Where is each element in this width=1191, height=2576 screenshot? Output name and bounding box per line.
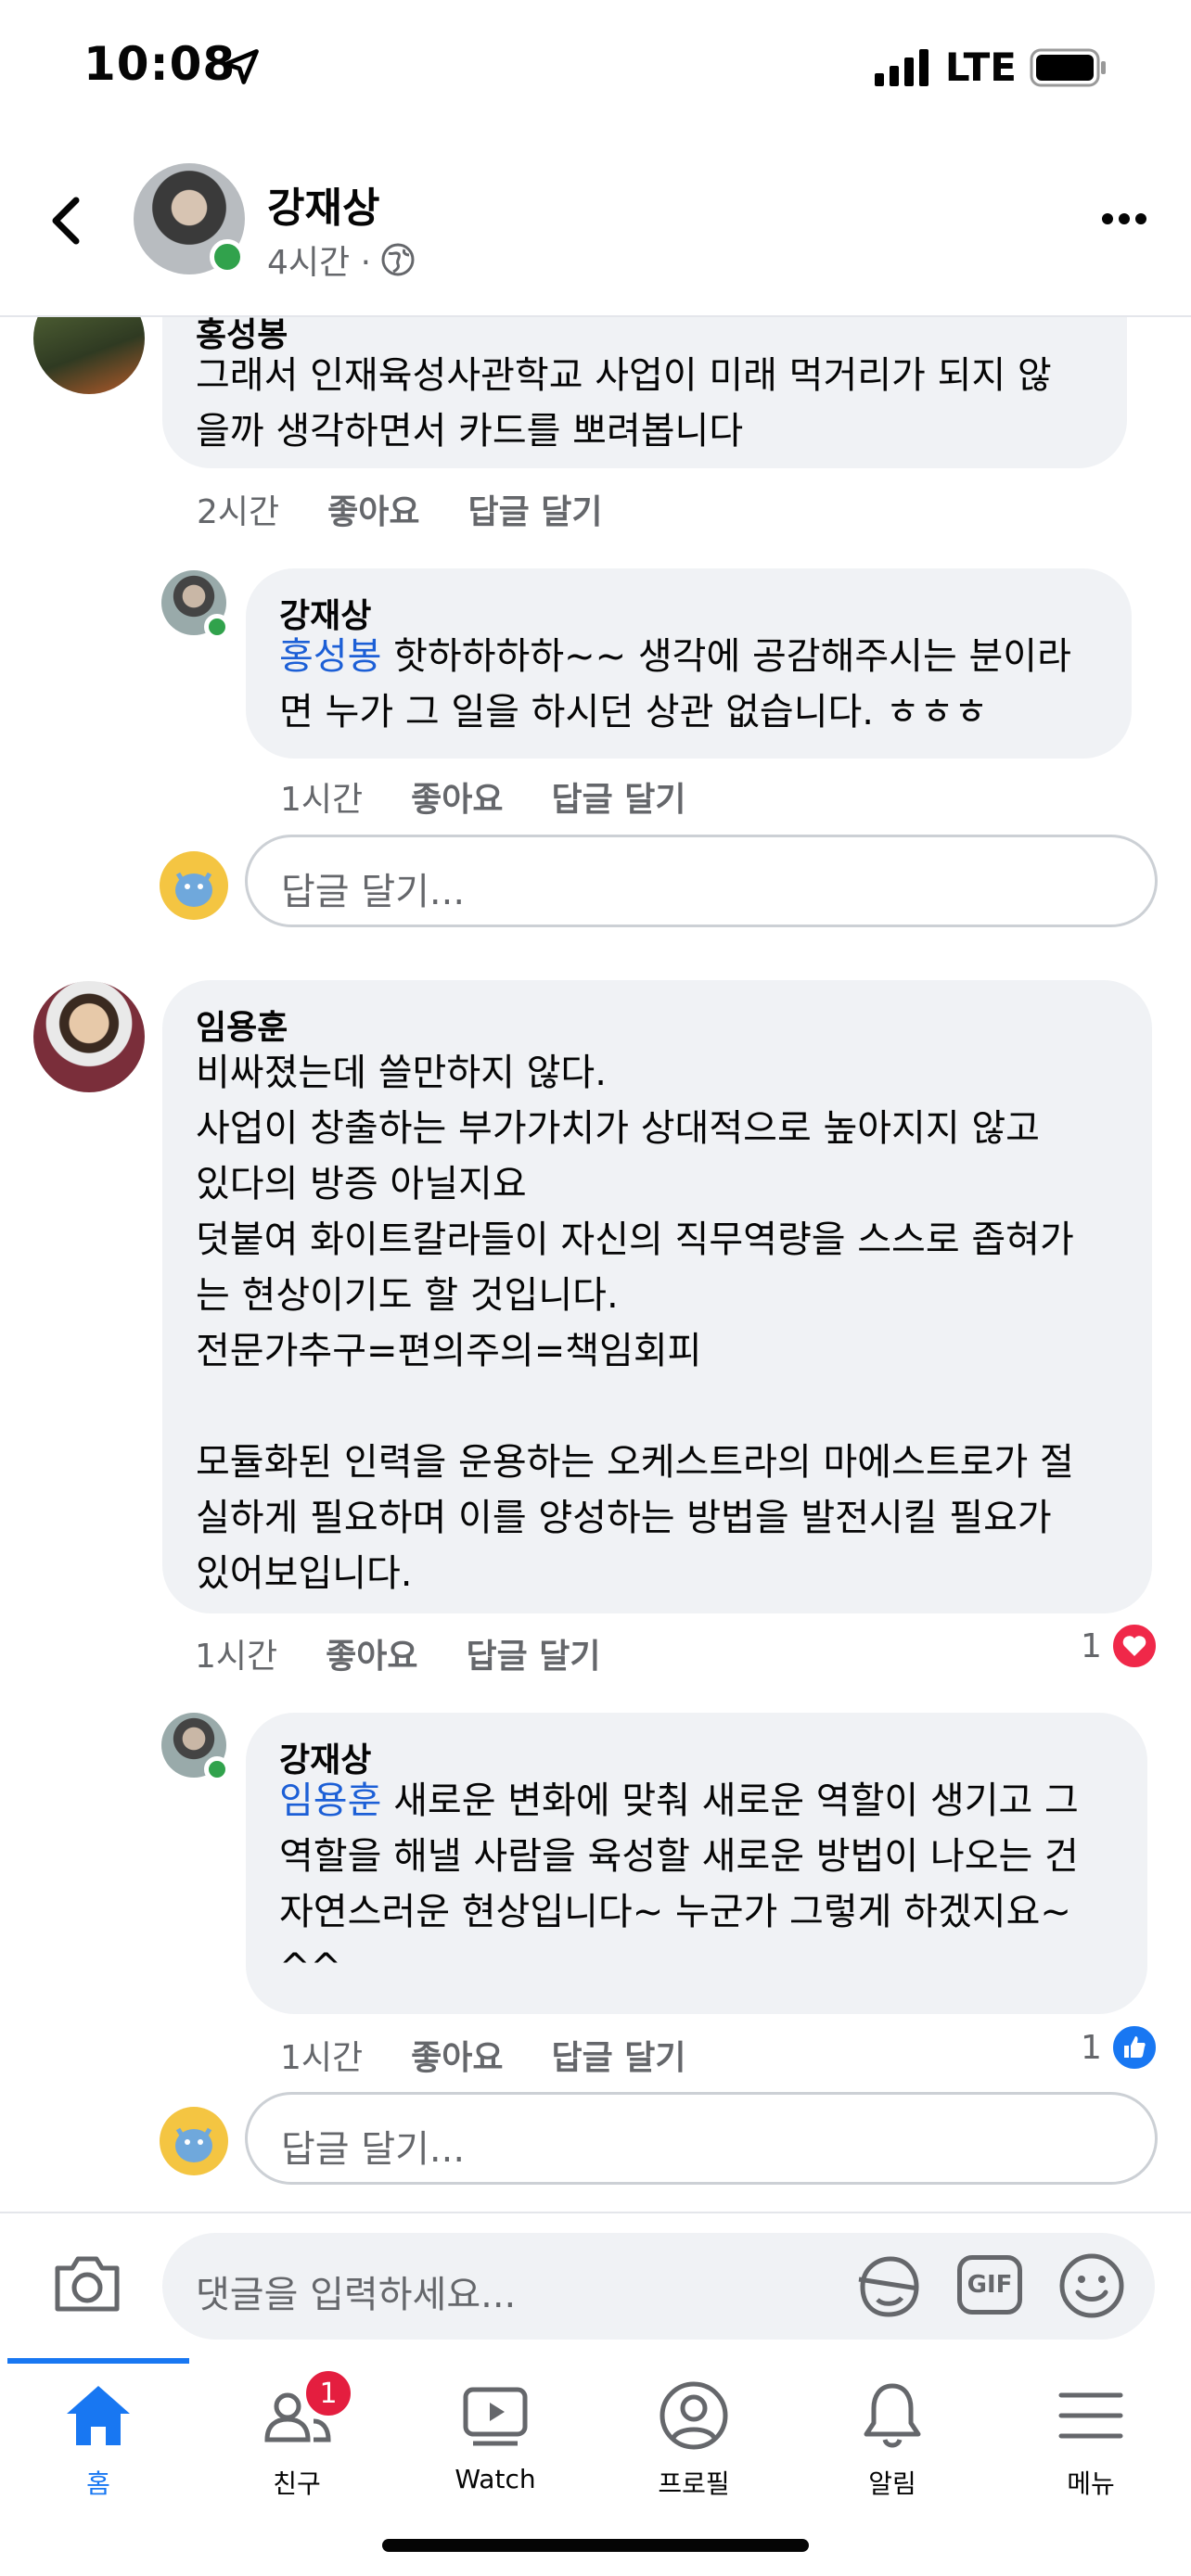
gif-label: GIF: [967, 2271, 1013, 2299]
back-arrow-icon[interactable]: [45, 195, 87, 247]
post-author-name[interactable]: 강재상: [267, 174, 379, 234]
watch-icon: [463, 2387, 528, 2446]
more-options-icon[interactable]: [1100, 211, 1148, 226]
reply-input-placeholder: 답글 달기...: [281, 871, 466, 913]
reaction-count: 1: [1081, 1626, 1102, 1665]
tab-home[interactable]: 홈: [29, 2378, 168, 2501]
profile-icon: [660, 2381, 728, 2450]
tab-label: 메뉴: [1067, 2468, 1115, 2499]
reply-actions: 1시간 좋아요 답글 달기: [280, 772, 686, 821]
comment-bubble[interactable]: 임용훈 비싸졌는데 쓸만하지 않다. 사업이 창출하는 부가가치가 상대적으로 …: [162, 980, 1152, 1613]
online-indicator: [204, 1756, 230, 1782]
like-reaction-icon: [1110, 2024, 1158, 2071]
gif-button[interactable]: GIF: [957, 2255, 1022, 2315]
tab-watch[interactable]: Watch: [426, 2378, 565, 2494]
mention-link[interactable]: 홍성봉: [279, 635, 381, 678]
reply-button[interactable]: 답글 달기: [468, 485, 603, 533]
comment-actions: 2시간 좋아요 답글 달기: [197, 485, 603, 533]
signal-icon: [874, 48, 928, 86]
comment-author[interactable]: 임용훈: [196, 1001, 288, 1049]
reply-bubble[interactable]: 강재상 임용훈 새로운 변화에 맞춰 새로운 역할이 생기고 그 역할을 해낼 …: [246, 1713, 1147, 2014]
reply-button[interactable]: 답글 달기: [552, 772, 686, 821]
reply-input[interactable]: 답글 달기...: [245, 835, 1158, 927]
online-indicator: [204, 614, 230, 640]
mascot-icon: [175, 2127, 212, 2162]
reply-time: 1시간: [280, 2039, 364, 2077]
network-type: LTE: [944, 45, 1017, 90]
like-button[interactable]: 좋아요: [327, 485, 419, 533]
avatar-sticker-icon[interactable]: [853, 2251, 924, 2322]
camera-icon[interactable]: [52, 2253, 122, 2315]
tab-menu[interactable]: 메뉴: [1021, 2378, 1160, 2501]
badge-count: 1: [319, 2377, 338, 2410]
home-icon: [67, 2386, 130, 2445]
mention-link[interactable]: 임용훈: [279, 1779, 381, 1822]
friends-badge: 1: [302, 2367, 354, 2419]
status-indicators: LTE: [874, 45, 1108, 90]
reply-bubble[interactable]: 강재상 홍성봉 핫하하하하~~ 생각에 공감해주시는 분이라 면 누가 그 일을…: [246, 568, 1132, 759]
reply-text-body: 새로운 변화에 맞춰 새로운 역할이 생기고 그 역할을 해낼 사람을 육성할 …: [279, 1779, 1079, 1989]
comment-input-placeholder: 댓글을 입력하세요...: [196, 2274, 517, 2316]
like-button[interactable]: 좋아요: [326, 1629, 417, 1677]
comment-time: 2시간: [197, 493, 280, 531]
reply-actions: 1시간 좋아요 답글 달기: [280, 2031, 686, 2079]
reply-input[interactable]: 답글 달기...: [245, 2092, 1158, 2185]
status-time: 10:08: [83, 37, 237, 91]
reaction-count: 1: [1081, 2028, 1102, 2067]
reply-time: 1시간: [280, 781, 364, 819]
tab-label: 친구: [273, 2468, 321, 2499]
mascot-icon: [175, 872, 212, 907]
reply-text: 임용훈 새로운 변화에 맞춰 새로운 역할이 생기고 그 역할을 해낼 사람을 …: [279, 1773, 1133, 1996]
emoji-icon[interactable]: [1057, 2251, 1126, 2320]
reply-button[interactable]: 답글 달기: [552, 2031, 686, 2079]
comment-text: 비싸졌는데 쓸만하지 않다. 사업이 창출하는 부가가치가 상대적으로 높아지지…: [196, 1052, 1074, 1595]
tab-notifications[interactable]: 알림: [823, 2378, 962, 2501]
post-meta: 4시간 ·: [267, 236, 416, 284]
bell-icon: [864, 2383, 921, 2448]
comment-actions: 1시간 좋아요 답글 달기: [195, 1629, 601, 1677]
like-button[interactable]: 좋아요: [411, 772, 503, 821]
comment-text: 그래서 인재육성사관학교 사업이 미래 먹거리가 되지 않 을까 생각하면서 카…: [196, 354, 1052, 453]
tab-label: 알림: [868, 2468, 916, 2499]
like-button[interactable]: 좋아요: [411, 2031, 503, 2079]
reaction-summary[interactable]: 1: [1081, 2024, 1158, 2071]
avatar-imyonghun[interactable]: [33, 981, 145, 1092]
reaction-summary[interactable]: 1: [1081, 1623, 1158, 1669]
globe-icon: [381, 243, 415, 276]
tab-label: 프로필: [658, 2468, 730, 2499]
home-indicator: [382, 2539, 809, 2552]
reply-text: 홍성봉 핫하하하하~~ 생각에 공감해주시는 분이라 면 누가 그 일을 하시던…: [279, 629, 1114, 740]
reply-input-placeholder: 답글 달기...: [281, 2128, 466, 2171]
love-reaction-icon: [1110, 1623, 1158, 1669]
reply-button[interactable]: 답글 달기: [467, 1629, 601, 1677]
post-time: 4시간 ·: [267, 244, 372, 282]
battery-icon: [1030, 48, 1106, 86]
online-indicator: [210, 239, 245, 274]
tab-label: Watch: [455, 2464, 536, 2494]
comment-time: 1시간: [195, 1638, 278, 1676]
menu-icon: [1058, 2392, 1123, 2439]
tab-label: 홈: [86, 2468, 110, 2499]
tab-profile[interactable]: 프로필: [624, 2378, 763, 2501]
active-tab-indicator: [7, 2358, 189, 2364]
reply-text-body: 핫하하하하~~ 생각에 공감해주시는 분이라 면 누가 그 일을 하시던 상관 …: [279, 635, 1071, 733]
location-arrow-icon: [224, 49, 259, 84]
